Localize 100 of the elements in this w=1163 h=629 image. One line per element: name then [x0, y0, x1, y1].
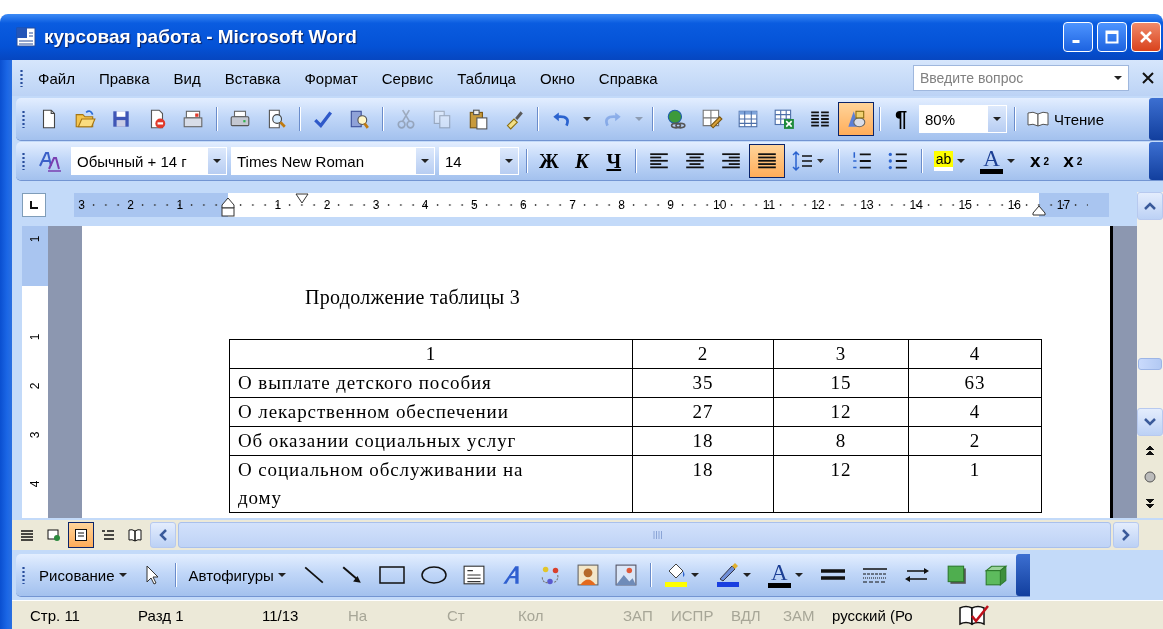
table-cell: 63	[908, 368, 1042, 398]
underline-button[interactable]: Ч	[597, 144, 630, 178]
close-icon	[1139, 30, 1153, 44]
next-page-icon[interactable]	[1145, 498, 1155, 511]
previous-page-icon[interactable]	[1145, 443, 1155, 456]
scroll-up-button[interactable]	[1137, 192, 1163, 220]
ruler-number: 3	[77, 198, 86, 212]
vertical-scrollbar[interactable]	[1137, 184, 1163, 518]
tab-selector-button[interactable]	[22, 193, 46, 217]
ruler-number: 2	[28, 382, 42, 390]
table-cell: 3	[773, 339, 909, 369]
toolbar-options-icon[interactable]	[1015, 554, 1030, 596]
spreadsheet-icon	[773, 108, 795, 130]
ruler-number: 9	[666, 198, 675, 212]
font-field[interactable]: Times New Roman	[231, 147, 435, 175]
close-document-icon[interactable]	[1141, 71, 1155, 85]
maximize-button[interactable]	[1097, 22, 1127, 52]
zoom-field[interactable]: 80%	[919, 105, 1007, 133]
status-text: Ст	[447, 606, 466, 624]
superscript-button[interactable]: x$^{2}$	[1023, 144, 1057, 178]
gripper	[22, 152, 25, 170]
scroll-thumb[interactable]	[1138, 358, 1162, 370]
status-text: ЗАМ	[783, 606, 816, 624]
text-box-icon	[462, 564, 485, 586]
right-indent-marker[interactable]	[1032, 205, 1046, 216]
status-text: На	[348, 606, 369, 624]
drawing-button[interactable]	[838, 102, 874, 136]
caret-icon	[212, 156, 222, 166]
reading-button[interactable]: Чтение	[1020, 102, 1112, 136]
menu-item[interactable]: Вид	[164, 65, 210, 91]
gripper	[20, 69, 23, 87]
scroll-down-button[interactable]	[1137, 408, 1163, 436]
caret-icon	[276, 570, 287, 580]
document-app-icon	[16, 27, 36, 47]
italic-button[interactable]: К	[565, 144, 598, 178]
table-cell: 4	[908, 339, 1042, 369]
ruler-number: 14	[908, 198, 924, 212]
minimize-button[interactable]	[1063, 22, 1093, 52]
browse-object-icon[interactable]	[1144, 471, 1156, 483]
scroll-right-button[interactable]	[1113, 522, 1139, 548]
highlight-button[interactable]: ab	[926, 144, 974, 178]
font-size-field[interactable]: 14	[439, 147, 519, 175]
ruler-number: 16	[1006, 198, 1022, 212]
style-field[interactable]: Обычный + 14 г	[71, 147, 227, 175]
book-check-icon[interactable]	[958, 604, 990, 626]
window-title: курсовая работа - Microsoft Word	[44, 26, 357, 48]
paint-bucket-icon	[663, 562, 688, 588]
show-formatting-button[interactable]: ¶	[885, 102, 917, 136]
table-cell: Об оказании социальных услуг	[229, 426, 633, 456]
first-line-indent-marker[interactable]	[295, 193, 309, 204]
table-cell: 2	[632, 339, 774, 369]
line-icon	[302, 564, 325, 586]
menu-item[interactable]: Сервис	[372, 65, 443, 91]
status-text: ВДЛ	[731, 606, 762, 624]
font-color-button[interactable]: A	[973, 144, 1023, 178]
rectangle-icon	[378, 564, 405, 586]
table-cell: О выплате детского пособия	[229, 368, 633, 398]
landscape-picture-icon	[614, 564, 637, 586]
bold-button[interactable]: Ж	[532, 144, 566, 178]
menu-item[interactable]: Таблица	[448, 65, 525, 91]
autoshapes-button[interactable]: Автофигуры	[180, 558, 295, 592]
drawing-menu-button[interactable]: Рисование	[31, 558, 136, 592]
close-button[interactable]	[1131, 22, 1161, 52]
caret-icon	[420, 156, 430, 166]
table-cell: 12	[773, 455, 909, 513]
styles-icon	[38, 150, 62, 172]
table-cell: 15	[773, 368, 909, 398]
menu-item[interactable]: Файл	[29, 65, 84, 91]
print-layout-button[interactable]	[68, 522, 94, 548]
status-text: ИСПР	[671, 606, 715, 624]
line-spacing-icon	[791, 150, 826, 172]
horizontal-ruler[interactable]: 3 2 1 1 2 3 4 5 6 7 8 9 10 11 12 13 14 15 16 17	[74, 193, 1109, 217]
normal-view-icon	[20, 528, 34, 542]
scroll-thumb[interactable]	[653, 531, 663, 539]
menu-item[interactable]: Вставка	[215, 65, 290, 91]
hanging-indent-marker[interactable]	[221, 197, 235, 217]
vertical-ruler[interactable]: 1 1 2 3 4	[22, 226, 48, 518]
menu-item[interactable]: Справка	[589, 65, 667, 91]
caret-icon	[1006, 156, 1016, 166]
ruler-number: 15	[957, 198, 973, 212]
mail-page-icon	[182, 108, 204, 130]
bulleted-list-icon	[886, 150, 909, 172]
menu-item[interactable]: Правка	[89, 65, 159, 91]
menu-item[interactable]: Формат	[295, 65, 367, 91]
grid-pencil-icon	[701, 108, 723, 130]
book-magnifier-icon	[348, 108, 370, 130]
ruler-number: 3	[371, 198, 381, 212]
ruler-number: 5	[469, 198, 479, 212]
scroll-left-button[interactable]	[150, 522, 176, 548]
caret-icon	[689, 570, 700, 580]
menu-item[interactable]: Окно	[530, 65, 584, 91]
ruler-number: 1	[175, 198, 185, 212]
horizontal-scrollbar[interactable]	[178, 522, 1111, 548]
font-color-button[interactable]: A	[759, 558, 812, 592]
arrow-icon	[340, 564, 363, 586]
table-cell: 2	[908, 426, 1042, 456]
status-text: Кол	[518, 606, 545, 624]
ruler-number: 2	[322, 198, 332, 212]
ruler-number: 1	[28, 235, 42, 242]
justify-button[interactable]	[748, 144, 785, 178]
